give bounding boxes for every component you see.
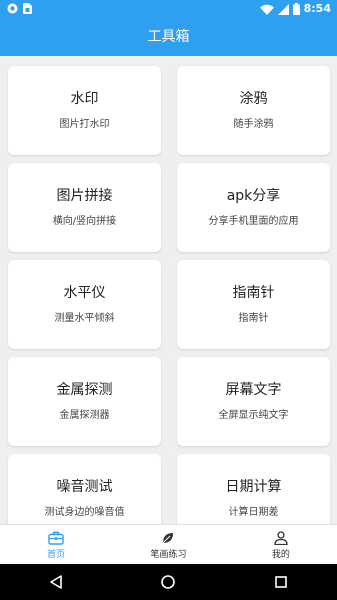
status-left xyxy=(7,3,32,14)
status-time: 8:54 xyxy=(303,2,331,15)
nav-label: 首页 xyxy=(47,549,66,560)
tool-description: 指南针 xyxy=(238,313,269,324)
notification-circle-icon xyxy=(7,3,18,14)
tool-card-image-stitch[interactable]: 图片拼接 横向/竖向拼接 xyxy=(8,163,161,252)
tools-content: 水印 图片打水印 涂鸦 随手涂鸦 图片拼接 横向/竖向拼接 apk分享 分享手机… xyxy=(0,56,337,524)
home-button[interactable] xyxy=(148,567,188,597)
nav-item-mine[interactable]: 我的 xyxy=(225,525,337,565)
home-circle-icon xyxy=(161,575,176,589)
back-triangle-icon xyxy=(50,575,62,589)
recents-square-icon xyxy=(275,576,287,588)
tool-description: 随手涂鸦 xyxy=(233,119,274,130)
tool-description: 分享手机里面的应用 xyxy=(208,216,299,227)
recents-button[interactable] xyxy=(261,567,301,597)
tool-title: apk分享 xyxy=(226,188,281,204)
tool-description: 测量水平倾斜 xyxy=(54,313,115,324)
tool-description: 金属探测器 xyxy=(59,410,110,421)
tool-title: 屏幕文字 xyxy=(225,382,282,398)
nav-label: 我的 xyxy=(271,549,290,560)
tool-card-compass[interactable]: 指南针 指南针 xyxy=(177,260,330,349)
bottom-nav: 首页 笔画练习 我的 xyxy=(0,524,337,565)
sim-card-icon xyxy=(23,3,32,14)
person-icon xyxy=(274,530,288,545)
tool-title: 水平仪 xyxy=(63,285,106,301)
toolbox-icon xyxy=(48,531,64,545)
tool-title: 指南针 xyxy=(232,285,275,301)
nav-item-stroke-practice[interactable]: 笔画练习 xyxy=(112,525,224,565)
tool-card-date-calc[interactable]: 日期计算 计算日期差 xyxy=(177,454,330,524)
tool-description: 横向/竖向拼接 xyxy=(52,216,117,227)
leaf-icon xyxy=(163,532,174,543)
tool-title: 噪音测试 xyxy=(56,479,113,495)
tool-description: 全屏显示纯文字 xyxy=(218,410,289,421)
tool-card-watermark[interactable]: 水印 图片打水印 xyxy=(8,66,161,155)
tool-title: 水印 xyxy=(70,91,99,107)
tools-grid: 水印 图片打水印 涂鸦 随手涂鸦 图片拼接 横向/竖向拼接 apk分享 分享手机… xyxy=(8,66,330,524)
tool-description: 测试身边的噪音值 xyxy=(44,507,125,518)
page-title: 工具箱 xyxy=(147,29,190,45)
tool-card-apk-share[interactable]: apk分享 分享手机里面的应用 xyxy=(177,163,330,252)
tool-title: 图片拼接 xyxy=(56,188,113,204)
tool-description: 计算日期差 xyxy=(228,507,279,518)
tool-card-screen-text[interactable]: 屏幕文字 全屏显示纯文字 xyxy=(177,357,330,446)
tool-title: 日期计算 xyxy=(225,479,282,495)
nav-label: 笔画练习 xyxy=(150,549,187,560)
tool-card-doodle[interactable]: 涂鸦 随手涂鸦 xyxy=(177,66,330,155)
tool-card-metal-detector[interactable]: 金属探测 金属探测器 xyxy=(8,357,161,446)
system-nav-bar xyxy=(0,564,337,600)
nav-item-home[interactable]: 首页 xyxy=(0,525,112,565)
tool-title: 涂鸦 xyxy=(239,91,268,107)
status-right: 8:54 xyxy=(259,2,331,16)
tool-description: 图片打水印 xyxy=(59,119,110,130)
cell-signal-icon xyxy=(277,3,289,15)
app-bar: 工具箱 xyxy=(0,18,337,56)
status-bar: 8:54 xyxy=(0,0,337,18)
tool-title: 金属探测 xyxy=(56,382,113,398)
tool-card-level[interactable]: 水平仪 测量水平倾斜 xyxy=(8,260,161,349)
wifi-icon xyxy=(259,4,274,15)
battery-icon xyxy=(292,3,300,15)
tool-card-noise-test[interactable]: 噪音测试 测试身边的噪音值 xyxy=(8,454,161,524)
back-button[interactable] xyxy=(36,567,76,597)
